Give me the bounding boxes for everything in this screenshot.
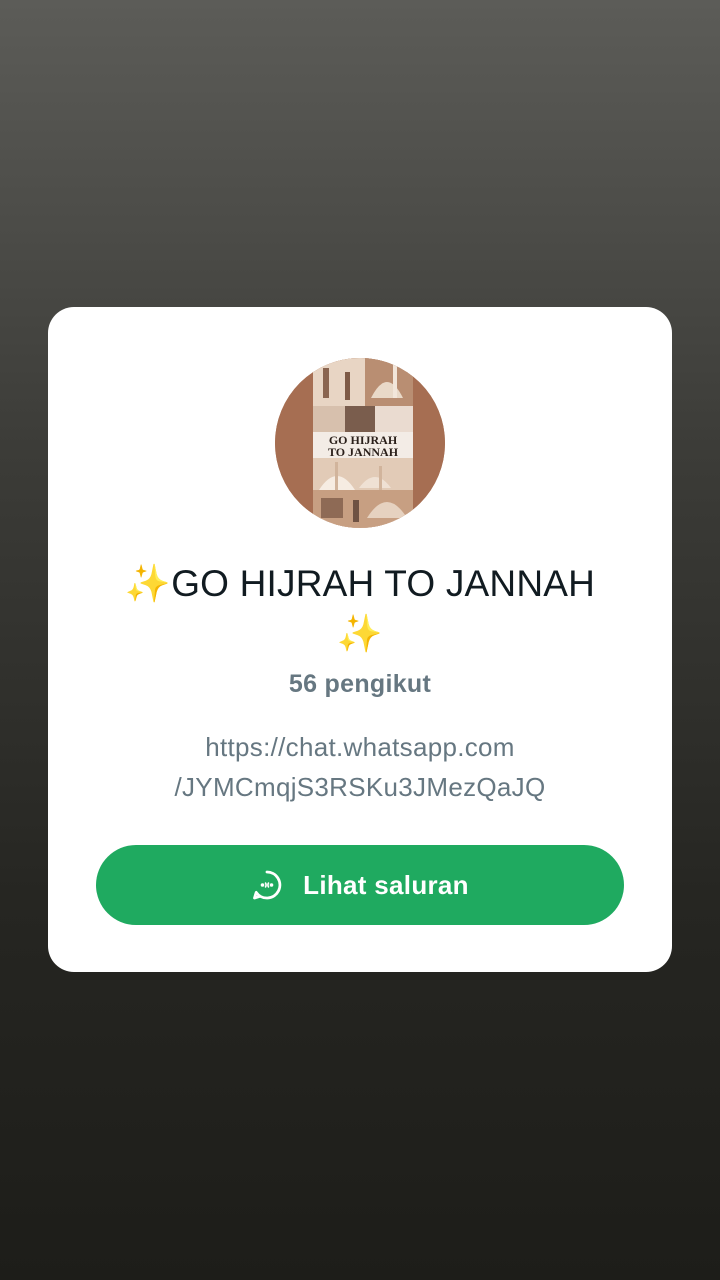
channel-card: GO HIJRAH TO JANNAH ✨GO HIJRAH TO JANNAH… [48,307,672,972]
channel-link-line1[interactable]: https://chat.whatsapp.com [108,727,612,767]
channel-link-line2[interactable]: /JYMCmqjS3RSKu3JMezQaJQ [108,767,612,807]
channel-title-line2: ✨ [336,613,384,654]
avatar-text-line2: TO JANNAH [328,445,399,459]
avatar-collage-image: GO HIJRAH TO JANNAH [275,358,445,528]
channel-icon [251,869,283,901]
channel-link[interactable]: https://chat.whatsapp.com /JYMCmqjS3RSKu… [108,727,612,807]
channel-title: ✨GO HIJRAH TO JANNAH ✨ [88,559,632,659]
view-channel-button-label: Lihat saluran [303,869,469,900]
channel-avatar: GO HIJRAH TO JANNAH [275,358,445,528]
view-channel-button[interactable]: Lihat saluran [96,845,624,925]
channel-title-line1: ✨GO HIJRAH TO JANNAH [124,563,596,604]
follower-count: 56 pengikut [288,670,432,698]
